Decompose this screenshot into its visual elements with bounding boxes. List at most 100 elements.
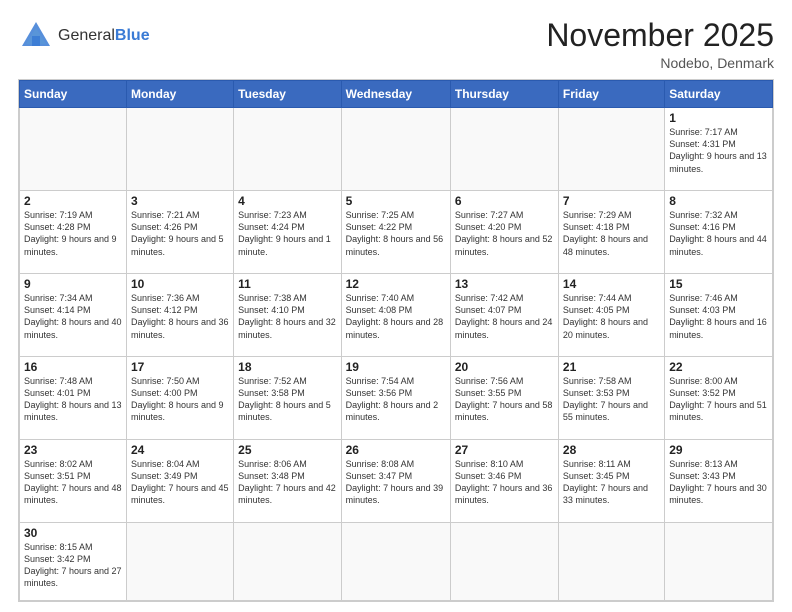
day-number: 10 <box>131 277 229 291</box>
day-info: Sunrise: 8:02 AM Sunset: 3:51 PM Dayligh… <box>24 458 122 507</box>
calendar-table: Sunday Monday Tuesday Wednesday Thursday… <box>19 80 773 601</box>
day-cell: 28Sunrise: 8:11 AM Sunset: 3:45 PM Dayli… <box>558 440 664 523</box>
title-block: November 2025 Nodebo, Denmark <box>546 18 774 71</box>
day-number: 19 <box>346 360 446 374</box>
day-cell: 8Sunrise: 7:32 AM Sunset: 4:16 PM Daylig… <box>665 191 773 274</box>
day-cell: 16Sunrise: 7:48 AM Sunset: 4:01 PM Dayli… <box>20 357 127 440</box>
day-cell: 17Sunrise: 7:50 AM Sunset: 4:00 PM Dayli… <box>126 357 233 440</box>
day-info: Sunrise: 7:34 AM Sunset: 4:14 PM Dayligh… <box>24 292 122 341</box>
day-number: 17 <box>131 360 229 374</box>
day-cell: 14Sunrise: 7:44 AM Sunset: 4:05 PM Dayli… <box>558 274 664 357</box>
day-info: Sunrise: 7:36 AM Sunset: 4:12 PM Dayligh… <box>131 292 229 341</box>
day-cell: 23Sunrise: 8:02 AM Sunset: 3:51 PM Dayli… <box>20 440 127 523</box>
day-info: Sunrise: 8:11 AM Sunset: 3:45 PM Dayligh… <box>563 458 660 507</box>
week-row-3: 9Sunrise: 7:34 AM Sunset: 4:14 PM Daylig… <box>20 274 773 357</box>
day-info: Sunrise: 7:52 AM Sunset: 3:58 PM Dayligh… <box>238 375 336 424</box>
day-cell: 10Sunrise: 7:36 AM Sunset: 4:12 PM Dayli… <box>126 274 233 357</box>
day-cell: 21Sunrise: 7:58 AM Sunset: 3:53 PM Dayli… <box>558 357 664 440</box>
day-cell: 26Sunrise: 8:08 AM Sunset: 3:47 PM Dayli… <box>341 440 450 523</box>
page: GeneralBlue November 2025 Nodebo, Denmar… <box>0 0 792 612</box>
day-info: Sunrise: 7:44 AM Sunset: 4:05 PM Dayligh… <box>563 292 660 341</box>
day-number: 30 <box>24 526 122 540</box>
week-row-1: 1Sunrise: 7:17 AM Sunset: 4:31 PM Daylig… <box>20 108 773 191</box>
logo-icon <box>18 18 54 54</box>
day-cell: 4Sunrise: 7:23 AM Sunset: 4:24 PM Daylig… <box>234 191 341 274</box>
day-info: Sunrise: 7:25 AM Sunset: 4:22 PM Dayligh… <box>346 209 446 258</box>
day-number: 25 <box>238 443 336 457</box>
day-cell: 2Sunrise: 7:19 AM Sunset: 4:28 PM Daylig… <box>20 191 127 274</box>
day-number: 23 <box>24 443 122 457</box>
day-info: Sunrise: 7:19 AM Sunset: 4:28 PM Dayligh… <box>24 209 122 258</box>
day-cell: 24Sunrise: 8:04 AM Sunset: 3:49 PM Dayli… <box>126 440 233 523</box>
header: GeneralBlue November 2025 Nodebo, Denmar… <box>18 18 774 71</box>
day-cell: 19Sunrise: 7:54 AM Sunset: 3:56 PM Dayli… <box>341 357 450 440</box>
day-number: 24 <box>131 443 229 457</box>
day-cell <box>558 108 664 191</box>
day-info: Sunrise: 7:23 AM Sunset: 4:24 PM Dayligh… <box>238 209 336 258</box>
week-row-6: 30Sunrise: 8:15 AM Sunset: 3:42 PM Dayli… <box>20 522 773 600</box>
day-number: 14 <box>563 277 660 291</box>
day-info: Sunrise: 8:00 AM Sunset: 3:52 PM Dayligh… <box>669 375 768 424</box>
day-cell <box>450 522 558 600</box>
day-cell: 30Sunrise: 8:15 AM Sunset: 3:42 PM Dayli… <box>20 522 127 600</box>
day-info: Sunrise: 8:06 AM Sunset: 3:48 PM Dayligh… <box>238 458 336 507</box>
col-wednesday: Wednesday <box>341 81 450 108</box>
day-cell: 11Sunrise: 7:38 AM Sunset: 4:10 PM Dayli… <box>234 274 341 357</box>
col-tuesday: Tuesday <box>234 81 341 108</box>
day-cell <box>665 522 773 600</box>
day-number: 12 <box>346 277 446 291</box>
day-info: Sunrise: 7:38 AM Sunset: 4:10 PM Dayligh… <box>238 292 336 341</box>
day-number: 3 <box>131 194 229 208</box>
day-cell <box>126 522 233 600</box>
day-cell: 13Sunrise: 7:42 AM Sunset: 4:07 PM Dayli… <box>450 274 558 357</box>
day-info: Sunrise: 7:21 AM Sunset: 4:26 PM Dayligh… <box>131 209 229 258</box>
day-number: 9 <box>24 277 122 291</box>
day-cell <box>20 108 127 191</box>
day-info: Sunrise: 7:32 AM Sunset: 4:16 PM Dayligh… <box>669 209 768 258</box>
col-saturday: Saturday <box>665 81 773 108</box>
day-info: Sunrise: 8:10 AM Sunset: 3:46 PM Dayligh… <box>455 458 554 507</box>
day-info: Sunrise: 7:48 AM Sunset: 4:01 PM Dayligh… <box>24 375 122 424</box>
col-sunday: Sunday <box>20 81 127 108</box>
day-number: 2 <box>24 194 122 208</box>
day-cell <box>234 108 341 191</box>
day-info: Sunrise: 7:50 AM Sunset: 4:00 PM Dayligh… <box>131 375 229 424</box>
day-cell <box>341 108 450 191</box>
day-cell <box>234 522 341 600</box>
col-thursday: Thursday <box>450 81 558 108</box>
day-number: 27 <box>455 443 554 457</box>
day-info: Sunrise: 8:04 AM Sunset: 3:49 PM Dayligh… <box>131 458 229 507</box>
day-cell: 12Sunrise: 7:40 AM Sunset: 4:08 PM Dayli… <box>341 274 450 357</box>
week-row-5: 23Sunrise: 8:02 AM Sunset: 3:51 PM Dayli… <box>20 440 773 523</box>
day-number: 11 <box>238 277 336 291</box>
subtitle: Nodebo, Denmark <box>546 55 774 71</box>
day-info: Sunrise: 7:17 AM Sunset: 4:31 PM Dayligh… <box>669 126 768 175</box>
day-info: Sunrise: 7:27 AM Sunset: 4:20 PM Dayligh… <box>455 209 554 258</box>
calendar: Sunday Monday Tuesday Wednesday Thursday… <box>18 79 774 602</box>
day-number: 1 <box>669 111 768 125</box>
day-cell: 1Sunrise: 7:17 AM Sunset: 4:31 PM Daylig… <box>665 108 773 191</box>
day-cell: 29Sunrise: 8:13 AM Sunset: 3:43 PM Dayli… <box>665 440 773 523</box>
week-row-2: 2Sunrise: 7:19 AM Sunset: 4:28 PM Daylig… <box>20 191 773 274</box>
col-monday: Monday <box>126 81 233 108</box>
day-number: 18 <box>238 360 336 374</box>
logo-blue: Blue <box>115 27 150 44</box>
header-row: Sunday Monday Tuesday Wednesday Thursday… <box>20 81 773 108</box>
day-cell <box>341 522 450 600</box>
day-cell: 9Sunrise: 7:34 AM Sunset: 4:14 PM Daylig… <box>20 274 127 357</box>
day-info: Sunrise: 7:56 AM Sunset: 3:55 PM Dayligh… <box>455 375 554 424</box>
day-cell: 15Sunrise: 7:46 AM Sunset: 4:03 PM Dayli… <box>665 274 773 357</box>
day-cell: 20Sunrise: 7:56 AM Sunset: 3:55 PM Dayli… <box>450 357 558 440</box>
day-number: 4 <box>238 194 336 208</box>
week-row-4: 16Sunrise: 7:48 AM Sunset: 4:01 PM Dayli… <box>20 357 773 440</box>
day-info: Sunrise: 7:40 AM Sunset: 4:08 PM Dayligh… <box>346 292 446 341</box>
day-info: Sunrise: 7:46 AM Sunset: 4:03 PM Dayligh… <box>669 292 768 341</box>
day-number: 13 <box>455 277 554 291</box>
day-cell: 27Sunrise: 8:10 AM Sunset: 3:46 PM Dayli… <box>450 440 558 523</box>
day-cell: 18Sunrise: 7:52 AM Sunset: 3:58 PM Dayli… <box>234 357 341 440</box>
day-cell: 3Sunrise: 7:21 AM Sunset: 4:26 PM Daylig… <box>126 191 233 274</box>
day-number: 26 <box>346 443 446 457</box>
day-info: Sunrise: 7:42 AM Sunset: 4:07 PM Dayligh… <box>455 292 554 341</box>
day-number: 15 <box>669 277 768 291</box>
day-cell: 25Sunrise: 8:06 AM Sunset: 3:48 PM Dayli… <box>234 440 341 523</box>
